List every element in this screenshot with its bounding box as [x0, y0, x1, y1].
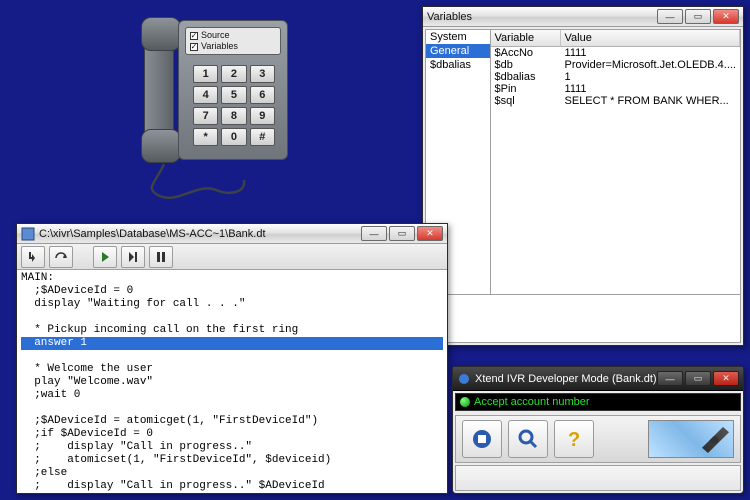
- code-line: * Pickup incoming call on the first ring: [21, 324, 298, 336]
- close-button[interactable]: ✕: [713, 371, 739, 386]
- window-title: Variables: [427, 11, 472, 23]
- cell-variable-value: Provider=Microsoft.Jet.OLEDB.4....: [561, 59, 740, 71]
- maximize-button[interactable]: ▭: [685, 371, 711, 386]
- variable-category-item[interactable]: General: [426, 44, 490, 58]
- ivr-status-bar: Accept account number: [455, 393, 741, 411]
- keypad-key-6[interactable]: 6: [250, 86, 275, 104]
- phone-body: ✓ Source ✓ Variables 123 456 789 *0#: [178, 20, 288, 160]
- script-editor-window: C:\xivr\Samples\Database\MS-ACC~1\Bank.d…: [16, 223, 448, 494]
- keypad-key-*[interactable]: *: [193, 128, 218, 146]
- ivr-developer-window: Xtend IVR Developer Mode (Bank.dt) — ▭ ✕…: [452, 366, 744, 494]
- ivr-toolbar: ?: [455, 415, 741, 463]
- titlebar[interactable]: Variables — ▭ ✕: [423, 7, 743, 27]
- variable-category-item[interactable]: System: [426, 30, 490, 44]
- table-row[interactable]: $sqlSELECT * FROM BANK WHER...: [491, 95, 740, 107]
- variables-table: Variable Value $AccNo1111$dbProvider=Mic…: [491, 30, 740, 294]
- phone-handset: [144, 20, 174, 160]
- code-line: ;wait 0: [21, 389, 80, 401]
- cell-variable-value: SELECT * FROM BANK WHER...: [561, 95, 740, 107]
- code-line: ; display "Call in progress.." $ADeviceI…: [21, 480, 325, 492]
- code-line: MAIN:: [21, 272, 54, 284]
- maximize-button[interactable]: ▭: [389, 226, 415, 241]
- run-button[interactable]: [93, 246, 117, 268]
- checkbox-icon: ✓: [190, 32, 198, 40]
- window-title: Xtend IVR Developer Mode (Bank.dt): [475, 373, 657, 385]
- checkbox-icon: ✓: [190, 43, 198, 51]
- phone-cord: [146, 162, 266, 202]
- table-row[interactable]: $dbProvider=Microsoft.Jet.OLEDB.4....: [491, 59, 740, 71]
- close-button[interactable]: ✕: [713, 9, 739, 24]
- variables-window: Variables — ▭ ✕ SystemGeneral$dbalias Va…: [422, 6, 744, 346]
- cell-variable-value: 1: [561, 71, 740, 83]
- keypad-key-9[interactable]: 9: [250, 107, 275, 125]
- cell-variable-name: $db: [491, 59, 561, 71]
- cell-variable-value: 1111: [561, 47, 740, 59]
- keypad-key-5[interactable]: 5: [221, 86, 246, 104]
- code-line: ;if $ADeviceId = 0: [21, 428, 153, 440]
- keypad-key-1[interactable]: 1: [193, 65, 218, 83]
- code-area[interactable]: MAIN: ;$ADeviceId = 0 display "Waiting f…: [17, 270, 447, 493]
- step-into-button[interactable]: [21, 246, 45, 268]
- code-line: ;$ADeviceId = atomicget(1, "FirstDeviceI…: [21, 415, 318, 427]
- table-header: Variable Value: [491, 30, 740, 47]
- variable-category-item[interactable]: $dbalias: [426, 58, 490, 72]
- app-icon: [457, 372, 471, 386]
- ivr-help-button[interactable]: ?: [554, 420, 594, 458]
- column-header-variable[interactable]: Variable: [491, 30, 561, 46]
- cell-variable-name: $Pin: [491, 83, 561, 95]
- phone-check-label: Variables: [201, 41, 238, 52]
- code-line: answer 1: [21, 337, 443, 350]
- code-line: * Welcome the user: [21, 363, 153, 375]
- phone-check-variables[interactable]: ✓ Variables: [190, 41, 276, 52]
- ivr-tool-button-1[interactable]: [462, 420, 502, 458]
- keypad-key-8[interactable]: 8: [221, 107, 246, 125]
- column-header-value[interactable]: Value: [561, 30, 740, 46]
- code-line: ; display "Call in progress..": [21, 441, 252, 453]
- status-dot-icon: [460, 397, 470, 407]
- keypad-key-4[interactable]: 4: [193, 86, 218, 104]
- keypad-key-2[interactable]: 2: [221, 65, 246, 83]
- cell-variable-value: 1111: [561, 83, 740, 95]
- phone-keypad: 123 456 789 *0#: [193, 65, 275, 146]
- keypad-key-#[interactable]: #: [250, 128, 275, 146]
- phone-check-source[interactable]: ✓ Source: [190, 30, 276, 41]
- phone-check-label: Source: [201, 30, 230, 41]
- titlebar[interactable]: C:\xivr\Samples\Database\MS-ACC~1\Bank.d…: [17, 224, 447, 244]
- ivr-status-text: Accept account number: [474, 396, 590, 408]
- table-row[interactable]: $dbalias1: [491, 71, 740, 83]
- editor-toolbar: [17, 244, 447, 270]
- phone-display: ✓ Source ✓ Variables: [185, 27, 281, 55]
- close-button[interactable]: ✕: [417, 226, 443, 241]
- titlebar[interactable]: Xtend IVR Developer Mode (Bank.dt) — ▭ ✕: [453, 367, 743, 391]
- app-icon: [21, 227, 35, 241]
- ivr-banner-art: [648, 420, 734, 458]
- keypad-key-3[interactable]: 3: [250, 65, 275, 83]
- minimize-button[interactable]: —: [361, 226, 387, 241]
- cell-variable-name: $sql: [491, 95, 561, 107]
- minimize-button[interactable]: —: [657, 371, 683, 386]
- svg-text:?: ?: [568, 429, 580, 451]
- minimize-button[interactable]: —: [657, 9, 683, 24]
- variables-detail-pane: [426, 294, 740, 342]
- pause-button[interactable]: [149, 246, 173, 268]
- table-body: $AccNo1111$dbProvider=Microsoft.Jet.OLED…: [491, 47, 740, 107]
- code-line: play "Welcome.wav": [21, 376, 153, 388]
- step-over-button[interactable]: [49, 246, 73, 268]
- telephone-device: ✓ Source ✓ Variables 123 456 789 *0#: [136, 14, 286, 204]
- code-line: ;else: [21, 467, 67, 479]
- table-row[interactable]: $AccNo1111: [491, 47, 740, 59]
- keypad-key-7[interactable]: 7: [193, 107, 218, 125]
- ivr-tool-button-2[interactable]: [508, 420, 548, 458]
- ivr-content-area: [455, 465, 741, 491]
- code-line: ; atomicset(1, "FirstDeviceId", $devicei…: [21, 454, 331, 466]
- table-row[interactable]: $Pin1111: [491, 83, 740, 95]
- code-line: display "Waiting for call . . .": [21, 298, 245, 310]
- keypad-key-0[interactable]: 0: [221, 128, 246, 146]
- cell-variable-name: $dbalias: [491, 71, 561, 83]
- cell-variable-name: $AccNo: [491, 47, 561, 59]
- window-title: C:\xivr\Samples\Database\MS-ACC~1\Bank.d…: [39, 228, 266, 240]
- code-line: ;$ADeviceId = 0: [21, 285, 133, 297]
- run-to-cursor-button[interactable]: [121, 246, 145, 268]
- maximize-button[interactable]: ▭: [685, 9, 711, 24]
